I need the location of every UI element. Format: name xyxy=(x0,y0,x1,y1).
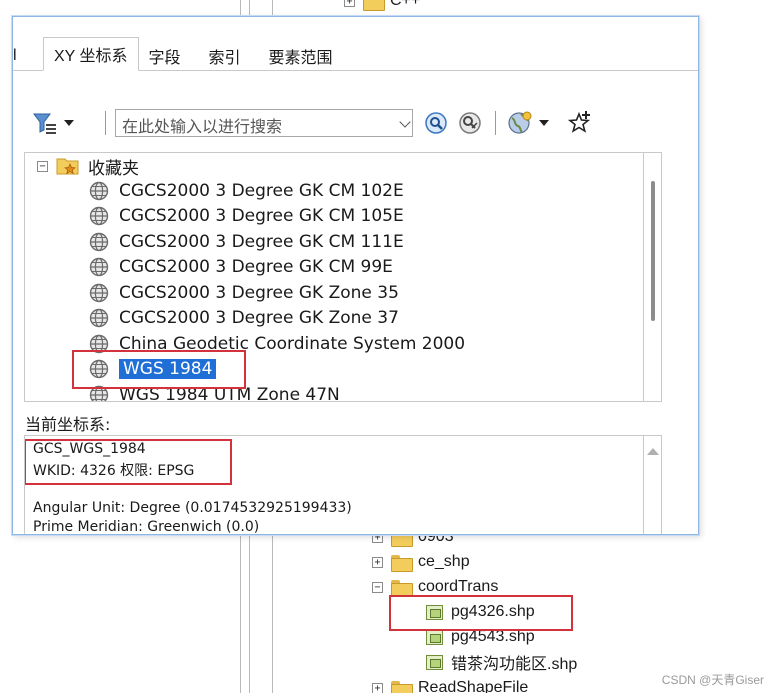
bg-tree-label: ce_shp xyxy=(418,553,470,570)
bg-tree-label: pg4543.shp xyxy=(451,628,535,645)
tree-item-cgcs2000-cm111e[interactable]: CGCS2000 3 Degree GK CM 111E xyxy=(89,230,404,254)
properties-dialog: l XY 坐标系 字段 索引 要素范围 在此处输入以进行搜索 − 收藏夹 CGC… xyxy=(12,16,699,535)
filter-dropdown-icon[interactable] xyxy=(64,120,74,126)
bg-tree-label: coordTrans xyxy=(418,578,499,595)
scrollbar-thumb[interactable] xyxy=(651,181,655,321)
tree-item-cgcs2000-cm105e[interactable]: CGCS2000 3 Degree GK CM 105E xyxy=(89,204,404,228)
expand-icon[interactable]: + xyxy=(344,0,355,7)
tree-item-label: CGCS2000 3 Degree GK Zone 35 xyxy=(119,283,399,303)
tree-scrollbar[interactable] xyxy=(644,152,662,402)
filter-icon xyxy=(33,113,56,134)
shapefile-icon xyxy=(426,604,443,620)
bg-tree-item-cpp[interactable]: + C++ xyxy=(344,0,420,13)
watermark: CSDN @天青Giser xyxy=(661,673,764,687)
details-scrollbar[interactable] xyxy=(644,435,662,534)
folder-icon xyxy=(391,554,413,572)
tree-root-favorites[interactable]: − 收藏夹 xyxy=(37,154,139,179)
add-favorite-icon xyxy=(567,111,591,133)
crs-prime-meridian: Prime Meridian: Greenwich (0.0) xyxy=(33,519,260,535)
bg-tree-item-pg4543[interactable]: pg4543.shp xyxy=(426,625,535,649)
bg-tree-label: 错茶沟功能区.shp xyxy=(451,656,578,673)
toolbar: 在此处输入以进行搜索 xyxy=(27,109,687,137)
tab-bar: l XY 坐标系 字段 索引 要素范围 xyxy=(13,37,698,71)
folder-icon xyxy=(391,680,413,693)
tree-item-label: CGCS2000 3 Degree GK CM 102E xyxy=(119,181,404,201)
tab-indexes[interactable]: 索引 xyxy=(190,41,259,71)
shapefile-icon xyxy=(426,654,443,670)
tab-xy-coordinate-system[interactable]: XY 坐标系 xyxy=(43,37,139,71)
globe-icon xyxy=(89,257,109,277)
tree-item-label: CGCS2000 3 Degree GK CM 111E xyxy=(119,232,404,252)
globe-icon xyxy=(89,359,109,379)
tree-item-label-selected: WGS 1984 xyxy=(119,359,217,379)
coordinate-system-tree[interactable]: − 收藏夹 CGCS2000 3 Degree GK CM 102E CGCS2… xyxy=(24,152,644,402)
globe-icon xyxy=(89,334,109,354)
expand-icon[interactable]: + xyxy=(372,682,383,693)
bg-tree-item-ce-shp[interactable]: + ce_shp xyxy=(372,550,470,574)
bg-tree-item-coordtrans[interactable]: − coordTrans xyxy=(372,575,498,599)
add-favorite-button[interactable] xyxy=(565,109,593,137)
current-crs-label: 当前坐标系: xyxy=(25,415,111,434)
globe-icon xyxy=(89,232,109,252)
tree-item-label: CGCS2000 3 Degree GK Zone 37 xyxy=(119,308,399,328)
bg-tree-item-cuochagou[interactable]: 错茶沟功能区.shp xyxy=(426,650,577,674)
search-icon xyxy=(425,112,447,134)
clear-search-button[interactable] xyxy=(457,109,483,137)
bg-tree-label: pg4326.shp xyxy=(451,603,535,620)
tree-item-cgcs2000-zone37[interactable]: CGCS2000 3 Degree GK Zone 37 xyxy=(89,306,399,330)
globe-icon xyxy=(89,308,109,328)
tab-partial[interactable]: l xyxy=(13,41,43,71)
tree-item-cgcs2000-cm99e[interactable]: CGCS2000 3 Degree GK CM 99E xyxy=(89,255,393,279)
toolbar-separator xyxy=(495,111,496,135)
shapefile-icon xyxy=(426,629,443,645)
globe-icon xyxy=(508,111,532,134)
favorites-folder-icon xyxy=(56,158,79,175)
tree-item-cgcs2000-cm102e[interactable]: CGCS2000 3 Degree GK CM 102E xyxy=(89,179,404,203)
crs-details-panel[interactable]: GCS_WGS_1984 WKID: 4326 权限: EPSG Angular… xyxy=(24,435,644,535)
clear-search-icon xyxy=(459,112,481,134)
crs-wkid: WKID: 4326 权限: EPSG xyxy=(33,463,195,479)
bg-tree-label: ReadShapeFile xyxy=(418,679,529,693)
tree-item-cgcs2000-zone35[interactable]: CGCS2000 3 Degree GK Zone 35 xyxy=(89,281,399,305)
scroll-up-icon[interactable] xyxy=(647,448,659,455)
crs-angular-unit: Angular Unit: Degree (0.0174532925199433… xyxy=(33,500,352,516)
collapse-icon[interactable]: − xyxy=(372,581,383,593)
tab-feature-extent[interactable]: 要素范围 xyxy=(258,41,343,71)
globe-icon xyxy=(89,385,109,401)
tree-item-wgs1984[interactable]: WGS 1984 xyxy=(89,357,217,381)
tree-item-label: WGS 1984 UTM Zone 47N xyxy=(119,385,340,402)
toolbar-separator xyxy=(105,111,106,135)
tree-item-label: CGCS2000 3 Degree GK CM 105E xyxy=(119,206,404,226)
bg-tree-item-pg4326[interactable]: pg4326.shp xyxy=(426,600,535,624)
expand-icon[interactable]: + xyxy=(372,556,383,568)
tab-bar-rule xyxy=(342,70,698,71)
search-input[interactable]: 在此处输入以进行搜索 xyxy=(115,109,413,137)
tree-root-label: 收藏夹 xyxy=(88,158,139,179)
folder-icon xyxy=(391,579,413,597)
tree-item-wgs1984-utm47n[interactable]: WGS 1984 UTM Zone 47N xyxy=(89,383,340,402)
search-button[interactable] xyxy=(423,109,449,137)
globe-dropdown-icon[interactable] xyxy=(539,120,549,126)
folder-icon xyxy=(363,0,385,11)
globe-icon xyxy=(89,206,109,226)
crs-name: GCS_WGS_1984 xyxy=(33,441,146,457)
tree-item-china-geodetic-2000[interactable]: China Geodetic Coordinate System 2000 xyxy=(89,332,465,356)
globe-icon xyxy=(89,181,109,201)
collapse-icon[interactable]: − xyxy=(37,160,48,172)
globe-icon xyxy=(89,283,109,303)
bg-tree-item-readshapefile[interactable]: + ReadShapeFile xyxy=(372,676,528,693)
globe-button[interactable] xyxy=(503,109,553,137)
tab-fields[interactable]: 字段 xyxy=(138,41,191,71)
bg-tree-label: C++ xyxy=(390,0,421,9)
tree-item-label: CGCS2000 3 Degree GK CM 99E xyxy=(119,257,393,277)
tree-item-label: China Geodetic Coordinate System 2000 xyxy=(119,334,466,354)
filter-button[interactable] xyxy=(27,109,79,137)
